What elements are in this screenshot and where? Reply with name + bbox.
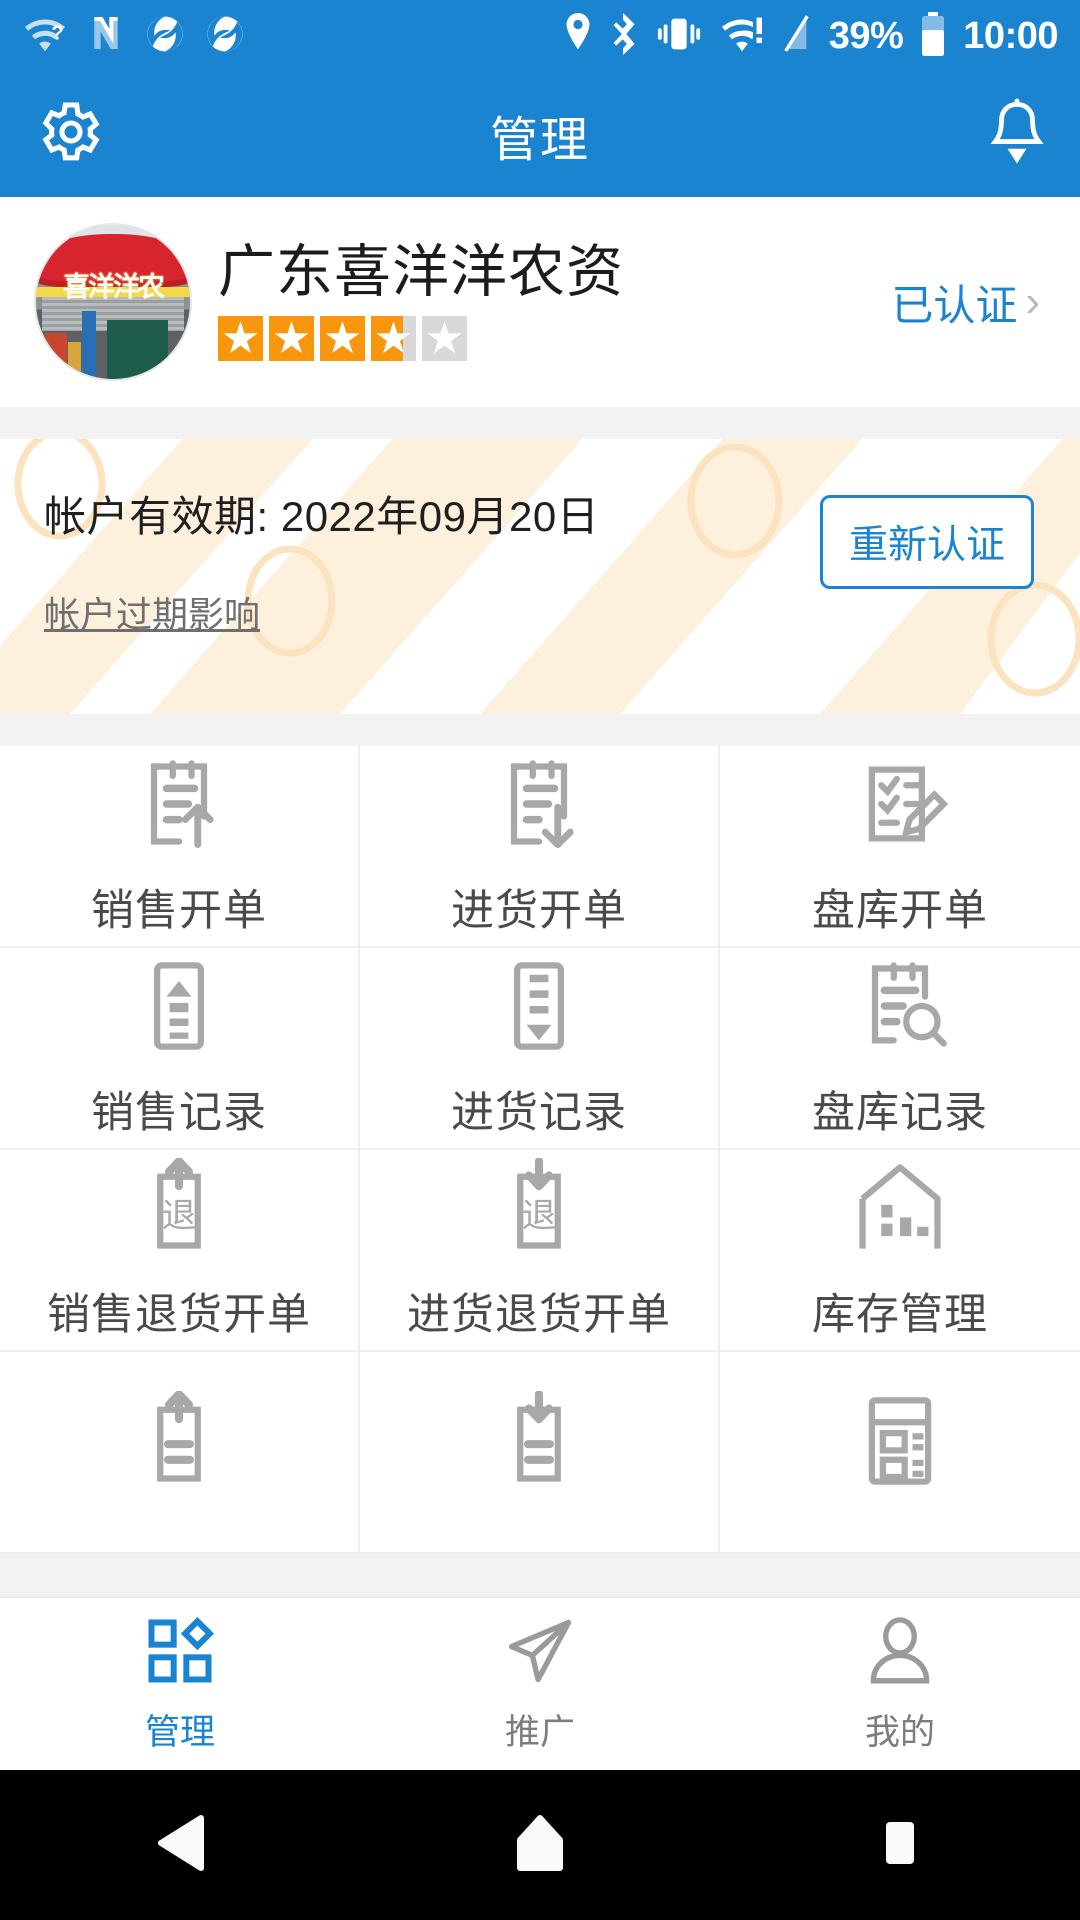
sync-icon [204,13,246,60]
notifications-button[interactable] [986,98,1048,171]
section-divider [0,714,1080,746]
section-divider [0,407,1080,439]
list-up-box-icon [129,956,229,1056]
grid-cell[interactable]: 退进货退货开单 [360,1150,720,1352]
avatar-door [106,320,169,379]
android-recents-button[interactable] [720,1814,1080,1877]
list-down-box-icon [489,956,589,1056]
avatar-goods-2 [68,342,81,379]
signal-slash-icon [782,13,812,60]
grid-cell-label: 进货退货开单 [407,1291,671,1339]
svg-text:退: 退 [162,1197,196,1235]
grid-cell-label: 销售开单 [91,887,267,935]
android-home-button[interactable] [360,1814,720,1877]
warehouse-icon [850,1158,950,1258]
back-triangle-icon [153,1814,207,1877]
nav-label-manage: 管理 [144,1713,215,1752]
doc-arrow-down-icon [489,754,589,854]
bottom-navigation: 管理 推广 我的 [0,1596,1080,1770]
nav-label-promotion: 推广 [504,1713,575,1752]
grid-cell-label: 库存管理 [812,1291,988,1339]
battery-percent-label: 39% [828,15,904,57]
phone-screen: ? 39% 10:00 管理 喜洋洋农 广东喜洋洋农资 ★ ★ ★ ★ ★ 已认… [0,0,1080,1920]
wifi-alert-icon [719,14,765,59]
store-avatar[interactable]: 喜洋洋农 [34,223,192,381]
recents-square-icon [876,1814,924,1877]
clock-label: 10:00 [963,15,1058,57]
svg-text:退: 退 [522,1197,556,1235]
nav-item-manage[interactable]: 管理 [0,1598,360,1770]
account-expiry-impact-link[interactable]: 帐户过期影响 [44,586,260,638]
chevron-right-icon: › [1025,277,1040,326]
grid-cell-label: 进货开单 [451,887,627,935]
vibrate-icon [656,14,702,59]
grid-cell-label: 销售记录 [91,1089,267,1137]
grid-cell[interactable] [0,1352,360,1554]
grid-cell[interactable] [720,1352,1080,1554]
checklist-pencil-icon [850,754,950,854]
grid-cell[interactable]: 进货开单 [360,746,720,948]
home-pentagon-icon [512,1814,568,1877]
doc-equal-up-icon [129,1391,229,1491]
nav-label-mine: 我的 [864,1713,935,1752]
star-icon: ★ [320,316,365,362]
grid-cell[interactable]: 库存管理 [720,1150,1080,1352]
paper-plane-icon [502,1613,578,1694]
grid-cell[interactable]: 盘库开单 [720,746,1080,948]
nav-item-promotion[interactable]: 推广 [360,1598,720,1770]
grid-cell-label: 进货记录 [451,1089,627,1137]
grid-cell[interactable]: 盘库记录 [720,948,1080,1150]
app-bar: 管理 [0,72,1080,197]
doc-search-icon [850,956,950,1056]
rating-stars: ★ ★ ★ ★ ★ [218,316,624,362]
star-icon: ★ [218,316,263,362]
status-bar: ? 39% 10:00 [0,0,1080,72]
gear-icon [32,96,104,173]
doc-equal-down-icon [489,1391,589,1491]
report-list-icon [850,1391,950,1491]
store-profile: 喜洋洋农 广东喜洋洋农资 ★ ★ ★ ★ ★ 已认证 › [0,197,1080,407]
page-title: 管理 [489,113,590,167]
grid-cell-label: 盘库开单 [812,887,988,935]
status-bar-left-icons: ? [22,13,246,60]
star-icon: ★ [422,316,467,362]
nfc-n-icon [86,14,126,59]
store-info: 广东喜洋洋农资 ★ ★ ★ ★ ★ [218,239,624,362]
settings-button[interactable] [32,96,104,173]
bell-icon [986,98,1048,171]
star-icon: ★ [371,316,416,362]
grid-cell-label: 销售退货开单 [47,1291,311,1339]
grid-cell-label: 盘库记录 [812,1089,988,1137]
person-icon [862,1613,938,1694]
wifi-question-icon: ? [22,14,68,59]
return-up-icon: 退 [129,1158,229,1258]
sync-icon [144,13,186,60]
grid-cell[interactable]: 销售开单 [0,746,360,948]
function-grid: 销售开单 进货开单 盘库开单 销售记录 进货记录 盘库记录退销售退货开单退进货退货开单 库存… [0,746,1080,1554]
svg-text:?: ? [51,22,63,44]
nav-item-mine[interactable]: 我的 [720,1598,1080,1770]
status-bar-right-icons: 39% 10:00 [562,11,1058,61]
battery-icon [920,11,946,61]
recertify-button[interactable]: 重新认证 [819,495,1034,589]
grid-cell[interactable]: 进货记录 [360,948,720,1150]
bluetooth-icon [611,12,639,60]
android-back-button[interactable] [0,1814,360,1877]
account-validity-banner: 帐户有效期: 2022年09月20日 帐户过期影响 重新认证 [0,439,1080,714]
grid-cell[interactable] [360,1352,720,1554]
grid-diamond-icon [142,1613,218,1694]
grid-cell[interactable]: 销售记录 [0,948,360,1150]
avatar-sign-text: 喜洋洋农 [63,272,165,303]
return-down-icon: 退 [489,1158,589,1258]
verified-status-button[interactable]: 已认证 › [891,272,1046,333]
avatar-post [82,311,97,379]
star-icon: ★ [269,316,314,362]
grid-cell[interactable]: 退销售退货开单 [0,1150,360,1352]
avatar-goods-1 [45,332,67,379]
android-navigation-bar [0,1770,1080,1920]
location-icon [562,12,594,60]
store-name: 广东喜洋洋农资 [218,239,624,304]
doc-arrow-up-icon [129,754,229,854]
verified-label: 已认证 [891,281,1018,329]
